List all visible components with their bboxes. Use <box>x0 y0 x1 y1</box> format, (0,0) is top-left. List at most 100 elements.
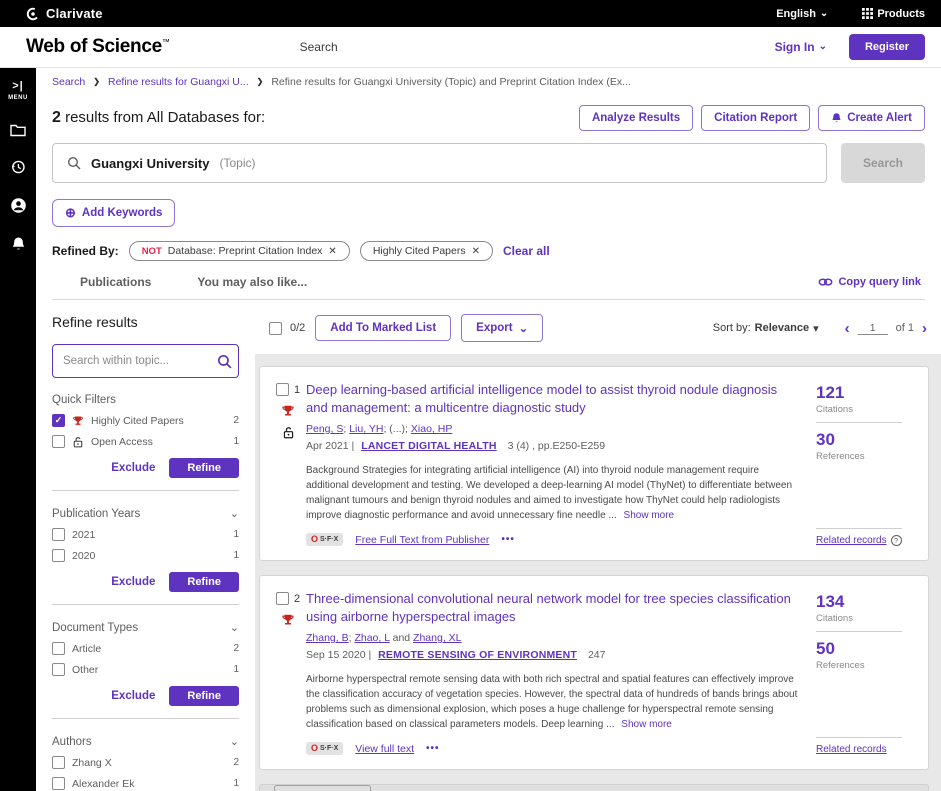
filter-label[interactable]: 2021 <box>72 529 95 541</box>
filter-label[interactable]: Article <box>72 643 101 655</box>
author-link[interactable]: Zhao, L <box>354 632 389 644</box>
result-checkbox[interactable] <box>276 592 289 605</box>
clear-all-link[interactable]: Clear all <box>503 244 550 258</box>
search-button[interactable]: Search <box>841 143 925 183</box>
year-2020-checkbox[interactable] <box>52 549 65 562</box>
add-keywords-button[interactable]: ⊕ Add Keywords <box>52 199 175 227</box>
show-more-link[interactable]: Show more <box>624 510 675 521</box>
result-abstract: Background Strategies for integrating ar… <box>306 463 800 523</box>
filter-label[interactable]: 2020 <box>72 550 95 562</box>
author-checkbox[interactable] <box>52 777 65 790</box>
chevron-down-icon[interactable]: ⌄ <box>230 735 239 748</box>
chevron-down-icon[interactable]: ⌄ <box>230 507 239 520</box>
export-button[interactable]: Export ⌄ <box>461 314 543 342</box>
chevron-down-icon: ⌄ <box>819 42 827 52</box>
sfx-badge[interactable]: O S·F·X <box>306 742 343 755</box>
sign-in-menu[interactable]: Sign In ⌄ <box>775 40 827 54</box>
related-records-link[interactable]: Related records <box>816 744 887 755</box>
filter-label[interactable]: Open Access <box>91 436 153 448</box>
filter-chip-highly-cited[interactable]: Highly Cited Papers ✕ <box>360 241 493 261</box>
sort-by-dropdown[interactable]: Sort by: Relevance ▾ <box>713 322 819 335</box>
trophy-icon <box>281 404 295 418</box>
open-access-checkbox[interactable] <box>52 435 65 448</box>
language-selector[interactable]: English ⌄ <box>776 8 828 20</box>
account-icon[interactable] <box>10 197 27 214</box>
register-button[interactable]: Register <box>849 34 925 60</box>
breadcrumb-refine-short[interactable]: Refine results for Guangxi U... <box>108 76 249 88</box>
filter-count: 1 <box>233 778 239 789</box>
filter-chip-database[interactable]: NOT Database: Preprint Citation Index ✕ <box>129 241 350 261</box>
year-2021-checkbox[interactable] <box>52 528 65 541</box>
citations-count[interactable]: 121 <box>816 383 914 403</box>
products-menu[interactable]: Products <box>862 8 925 20</box>
exclude-link[interactable]: Exclude <box>111 462 155 474</box>
breadcrumb-separator-icon: ❯ <box>93 77 100 86</box>
search-history-icon[interactable] <box>10 159 26 175</box>
free-full-text-link[interactable]: Free Full Text from Publisher <box>355 534 489 546</box>
author-link[interactable]: Xiao, HP <box>411 423 452 435</box>
show-more-link[interactable]: Show more <box>621 719 672 730</box>
citation-report-button[interactable]: Citation Report <box>701 105 810 131</box>
select-all-checkbox[interactable] <box>269 322 282 335</box>
nav-search-item[interactable]: Search <box>300 40 338 54</box>
close-icon[interactable]: ✕ <box>472 246 480 257</box>
result-title-link[interactable]: Three-dimensional convolutional neural n… <box>306 590 800 625</box>
view-full-text-link[interactable]: View full text <box>355 743 414 755</box>
other-checkbox[interactable] <box>52 663 65 676</box>
refine-button[interactable]: Refine <box>169 458 239 478</box>
page-number-input[interactable] <box>858 322 888 335</box>
author-link[interactable]: Peng, S <box>306 423 343 435</box>
copy-query-label: Copy query link <box>838 276 921 288</box>
breadcrumb-search[interactable]: Search <box>52 76 85 88</box>
tab-publications[interactable]: Publications <box>80 275 151 289</box>
search-icon <box>67 156 81 170</box>
more-options-icon[interactable]: ••• <box>426 743 440 754</box>
references-count[interactable]: 50 <box>816 639 914 659</box>
result-title-link[interactable]: Deep learning-based artificial intellige… <box>306 381 800 416</box>
related-records-link[interactable]: Related records <box>816 535 887 546</box>
result-checkbox[interactable] <box>276 383 289 396</box>
filter-label[interactable]: Other <box>72 664 98 676</box>
article-checkbox[interactable] <box>52 642 65 655</box>
copy-query-link[interactable]: Copy query link <box>818 276 925 288</box>
filter-label[interactable]: Highly Cited Papers <box>91 415 184 427</box>
author-separator: and <box>390 632 413 644</box>
highly-cited-checkbox[interactable] <box>52 414 65 427</box>
search-within-topic-box[interactable] <box>52 344 239 378</box>
exclude-link[interactable]: Exclude <box>111 690 155 702</box>
tab-you-may-also-like[interactable]: You may also like... <box>197 275 307 289</box>
analyze-results-button[interactable]: Analyze Results <box>579 105 693 131</box>
filter-label[interactable]: Alexander Ek <box>72 778 134 790</box>
more-options-icon[interactable]: ••• <box>501 534 515 545</box>
marked-list-folder-icon[interactable] <box>10 123 26 137</box>
sfx-badge[interactable]: O S·F·X <box>306 533 343 546</box>
search-query-field[interactable]: Guangxi University (Topic) <box>52 143 827 183</box>
close-icon[interactable]: ✕ <box>328 246 336 257</box>
author-link[interactable]: Liu, YH <box>349 423 383 435</box>
create-alert-button[interactable]: Create Alert <box>818 105 925 131</box>
citations-count[interactable]: 134 <box>816 592 914 612</box>
help-icon[interactable]: ? <box>891 535 902 546</box>
web-of-science-logo[interactable]: Web of Science™ <box>26 36 170 58</box>
menu-toggle[interactable]: >| <box>12 80 24 92</box>
next-page-icon[interactable]: › <box>922 321 927 336</box>
add-to-marked-list-button[interactable]: Add To Marked List <box>315 315 451 341</box>
refine-button[interactable]: Refine <box>169 572 239 592</box>
author-checkbox[interactable] <box>52 756 65 769</box>
journal-link[interactable]: REMOTE SENSING OF ENVIRONMENT <box>378 649 577 661</box>
refine-button[interactable]: Refine <box>169 686 239 706</box>
author-link[interactable]: Zhang, XL <box>413 632 461 644</box>
alerts-bell-icon[interactable] <box>11 236 26 252</box>
top-pagination: ‹ of 1 › <box>845 321 927 336</box>
result-source-line: Apr 2021 | LANCET DIGITAL HEALTH 3 (4) ,… <box>306 440 800 452</box>
chevron-down-icon[interactable]: ⌄ <box>230 621 239 634</box>
exclude-link[interactable]: Exclude <box>111 576 155 588</box>
publication-date: Sep 15 2020 <box>306 649 366 661</box>
filter-label[interactable]: Zhang X <box>72 757 112 769</box>
prev-page-icon[interactable]: ‹ <box>845 321 850 336</box>
references-count[interactable]: 30 <box>816 430 914 450</box>
search-within-topic-input[interactable] <box>63 355 217 367</box>
author-link[interactable]: Zhang, B <box>306 632 349 644</box>
page-size-dropdown[interactable]: Page size 50 ⌄ <box>274 785 371 791</box>
journal-link[interactable]: LANCET DIGITAL HEALTH <box>361 440 496 452</box>
